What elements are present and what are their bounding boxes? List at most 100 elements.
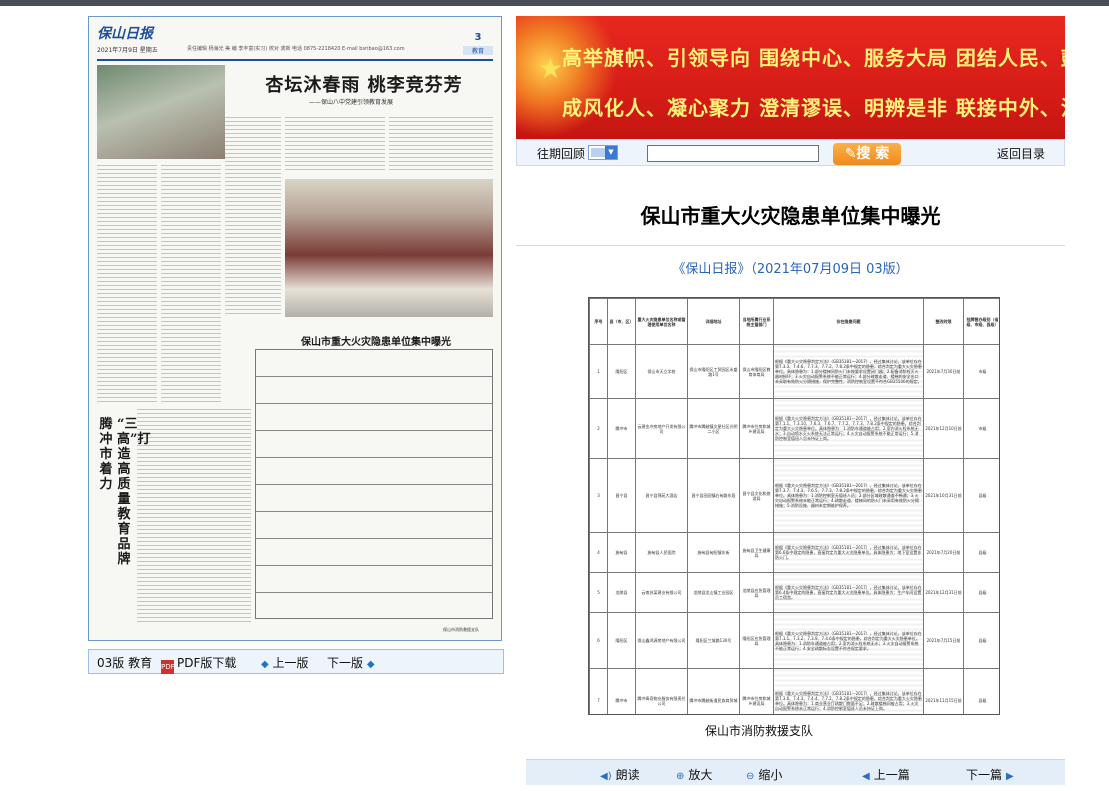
next-article-label: 下一篇	[966, 768, 1003, 782]
article-divider	[516, 245, 1065, 246]
vertical-headline-2[interactable]: “三高”打造高质量教育品牌	[117, 417, 150, 567]
table-header: 存在隐患问题	[773, 298, 924, 345]
text-column	[161, 165, 221, 405]
page-indicator: 3 教育	[463, 25, 493, 55]
table-cell: 县级	[963, 532, 999, 573]
search-bar: 往期回顾 ▼ ✎搜 索 返回目录	[516, 139, 1065, 166]
edition-label: 03版 教育	[97, 656, 153, 670]
table-cell: 市级	[963, 344, 999, 399]
table-cell: 云建金冲房地产开发有限公司	[635, 398, 688, 459]
edition-toolbar: 03版 教育 PDF PDF版下载 ◆ 上一版 下一版 ◆	[88, 649, 504, 674]
table-cell: 县级	[963, 458, 999, 533]
arrow-left-icon: ◀	[862, 771, 870, 782]
table-cell: 根据《重大火灾隐患判定方法》（GB35181—2017），经过集体讨论，该单位存…	[773, 458, 924, 533]
prev-article-button[interactable]: ◀ 上一篇	[862, 766, 910, 783]
text-column	[137, 409, 251, 624]
next-edition-label: 下一版	[327, 656, 364, 670]
hazard-table: 序号 县（市、区） 重大火灾隐患单位名称或管理使用单位名称 详细地址 当地所属行…	[588, 297, 1000, 715]
past-issues-label: 往期回顾	[537, 147, 586, 161]
table-cell: 保山鑫鸿源房地产有限公司	[635, 612, 688, 669]
next-article-button[interactable]: 下一篇 ▶	[966, 766, 1018, 783]
text-column	[97, 165, 157, 405]
calendar-icon	[591, 148, 605, 157]
table-cell: 腾冲市	[607, 668, 636, 714]
table-cell: 施甸县甸阳镇东街	[687, 532, 740, 573]
table-cell: 隆阳区应急管理局	[739, 612, 774, 669]
text-column	[225, 117, 281, 317]
table-cell: 2021年7月15日前	[923, 612, 964, 669]
text-column	[285, 117, 385, 173]
prev-edition-label: 上一版	[272, 656, 309, 670]
table-cell: 腾冲市住房和城乡建设局	[739, 398, 774, 459]
table-cell: 昌宁县文化和旅游局	[739, 458, 774, 533]
table-cell: 2021年12月10日前	[923, 398, 964, 459]
table-cell: 云南苏某建业有限公司	[635, 572, 688, 613]
chevron-down-icon: ▼	[605, 146, 617, 159]
mini-table-title[interactable]: 保山市重大火灾隐患单位集中曝光	[259, 333, 493, 348]
table-cell: 龙陵县龙山镇工业园区	[687, 572, 740, 613]
masthead-divider	[97, 59, 493, 61]
table-cell: 昌宁县田园镇右甸路东段	[687, 458, 740, 533]
read-aloud-label: 朗读	[615, 768, 640, 782]
zoom-in-button[interactable]: ⊕ 放大	[676, 766, 712, 783]
pdf-download-link[interactable]: PDF PDF版下载	[161, 654, 236, 674]
search-input[interactable]	[647, 145, 819, 162]
table-cell: 腾冲青奇物业服务有限责任公司	[635, 668, 688, 714]
page-number: 3	[474, 32, 482, 43]
article-toolbar: ◀) 朗读 ⊕ 放大 ⊖ 缩小 ◀ 上一篇 下一篇 ▶	[526, 759, 1065, 785]
prev-article-label: 上一篇	[873, 768, 910, 782]
prev-edition-link[interactable]: ◆ 上一版	[261, 654, 309, 671]
table-cell: 龙陵县	[607, 572, 636, 613]
calendar-picker[interactable]: ▼	[588, 145, 618, 160]
search-button-label: 搜 索	[856, 146, 890, 162]
search-button[interactable]: ✎搜 索	[833, 143, 901, 165]
zoom-out-button[interactable]: ⊖ 缩小	[746, 766, 782, 783]
table-cell: 腾冲市住房和城乡建设局	[739, 668, 774, 714]
zoom-out-icon: ⊖	[746, 771, 755, 782]
table-cell: 施甸县卫生健康局	[739, 532, 774, 573]
table-cell: 昌宁县	[607, 458, 636, 533]
table-row: 7 腾冲市 腾冲青奇物业服务有限责任公司 腾冲市腾越街道民族商贸城 腾冲市住房和…	[589, 668, 999, 714]
table-header: 重大火灾隐患单位名称或管理使用单位名称	[635, 298, 688, 345]
back-to-toc-link[interactable]: 返回目录	[997, 145, 1045, 162]
table-row: 4 施甸县 施甸县人民医院 施甸县甸阳镇东街 施甸县卫生健康局 根据《重大火灾隐…	[589, 532, 999, 573]
table-cell: 腾冲市腾越街道民族商贸城	[687, 668, 740, 714]
newspaper-subhead: ——保山八中党建引领教育发展	[309, 99, 394, 106]
table-header: 整改时限	[923, 298, 964, 345]
table-cell: 3	[589, 458, 608, 533]
masthead: 保山日报 2021年7月9日 星期五 责任编辑 杨海光 美 编 李丰富(实习) …	[97, 23, 493, 59]
table-cell: 1	[589, 344, 608, 399]
table-row: 6 隆阳区 保山鑫鸿源房地产有限公司 隆阳区兰城路130号 隆阳区应急管理局 根…	[589, 612, 999, 669]
read-aloud-button[interactable]: ◀) 朗读	[600, 766, 640, 783]
banner-slogan-1: 高举旗帜、引领导向 围绕中心、服务大局 团结人民、鼓舞士气	[562, 46, 1065, 70]
table-header: 序号	[589, 298, 608, 345]
table-header: 详细地址	[687, 298, 740, 345]
search-icon: ✎	[844, 146, 857, 162]
table-cell: 隆阳区	[607, 612, 636, 669]
arrow-right-icon: ▶	[1006, 771, 1014, 782]
newspaper-info: 责任编辑 杨海光 美 编 李丰富(实习) 校对 龚新 电话 0875-22184…	[187, 46, 405, 52]
arrow-right-icon: ◆	[366, 659, 375, 670]
table-cell: 隆阳区	[607, 344, 636, 399]
table-cell: 市级	[963, 398, 999, 459]
slogan-banner: ★ 高举旗帜、引领导向 围绕中心、服务大局 团结人民、鼓舞士气 成风化人、凝心聚…	[516, 16, 1065, 139]
table-cell: 县级	[963, 612, 999, 669]
speaker-icon: ◀)	[600, 771, 612, 782]
next-edition-link[interactable]: 下一版 ◆	[327, 654, 375, 671]
pdf-icon: PDF	[161, 660, 175, 674]
table-cell: 施甸县	[607, 532, 636, 573]
table-header: 县（市、区）	[607, 298, 636, 345]
table-cell: 根据《重大火灾隐患判定方法》（GB35181—2017），经过集体讨论，该单位存…	[773, 668, 924, 714]
newspaper-page-image[interactable]: 保山日报 2021年7月9日 星期五 责任编辑 杨海光 美 编 李丰富(实习) …	[88, 16, 502, 641]
banner-slogan-2: 成风化人、凝心聚力 澄清谬误、明辨是非 联接中外、沟通世界	[562, 96, 1065, 120]
table-cell: 5	[589, 572, 608, 613]
table-cell: 保山市隆阳区教育体育局	[739, 344, 774, 399]
table-cell: 保山市隆阳区工贸园区永盛路1号	[687, 344, 740, 399]
table-row: 1 隆阳区 保山市天立学校 保山市隆阳区工贸园区永盛路1号 保山市隆阳区教育体育…	[589, 344, 999, 399]
vertical-headline-1[interactable]: 腾冲市着力	[99, 417, 113, 492]
newspaper-logo: 保山日报	[97, 26, 153, 42]
table-header: 挂牌督办级别（省级、市级、县级）	[963, 298, 999, 345]
newspaper-headline[interactable]: 杏坛沐春雨 桃李竞芬芳	[235, 71, 493, 97]
mini-footer: 保山市消防救援支队	[443, 627, 479, 632]
section-name: 教育	[463, 46, 493, 55]
